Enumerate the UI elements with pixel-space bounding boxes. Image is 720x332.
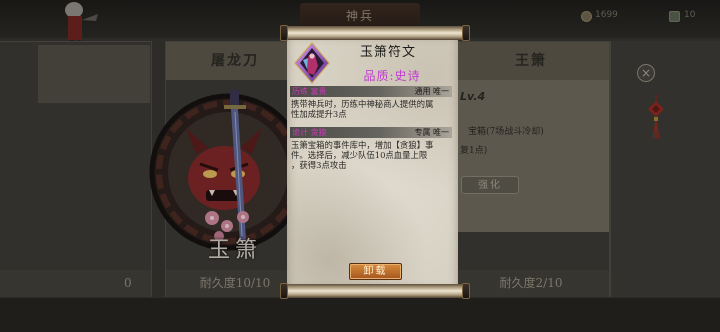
section-description: 携带神兵时，历练中神秘商人提供的属 性加成提升3点 xyxy=(291,99,455,119)
section-header: 历练 富贵 通用 唯一 xyxy=(290,86,452,97)
game-screen: 神兵 1699 10 0 屠龙刀 玉箫 耐久度10/10 王箫 Lv.4 宝箱(… xyxy=(0,0,720,332)
description-line: 玉箫宝箱的事件库中，增加【贪狼】事 xyxy=(291,140,434,150)
scroll-rod-bottom xyxy=(280,283,470,299)
unequip-button[interactable]: 卸载 xyxy=(349,263,402,280)
rod-cap xyxy=(280,283,288,299)
unequip-button-label: 卸载 xyxy=(363,266,388,277)
rune-detail-modal: 玉箫符文 品质:史诗 历练 富贵 通用 唯一 携带神兵时，历练中神秘商人提供的属… xyxy=(280,24,470,300)
section-tag: 诡计 贪狼 xyxy=(292,128,327,137)
description-line: 性加成提升3点 xyxy=(291,109,347,119)
quality-label: 品质:史诗 xyxy=(363,69,421,83)
rune-icon xyxy=(294,42,330,84)
rod-cap xyxy=(462,25,470,41)
section-header: 诡计 贪狼 专属 唯一 xyxy=(290,127,452,138)
rod-cap xyxy=(280,25,288,41)
section-description: 玉箫宝箱的事件库中，增加【贪狼】事 件。选择后，减少队伍10点血量上限 ，获得3… xyxy=(291,140,455,170)
description-line: ，获得3点攻击 xyxy=(291,160,347,170)
description-line: 携带神兵时，历练中神秘商人提供的属 xyxy=(291,99,434,109)
scroll-rod-top xyxy=(280,25,470,41)
rod-cap xyxy=(462,283,470,299)
section-tag: 历练 富贵 xyxy=(292,87,327,96)
section-scope: 专属 唯一 xyxy=(414,128,449,137)
modal-title: 玉箫符文 xyxy=(359,45,416,60)
description-line: 件。选择后，减少队伍10点血量上限 xyxy=(291,150,428,160)
section-scope: 通用 唯一 xyxy=(414,87,449,96)
